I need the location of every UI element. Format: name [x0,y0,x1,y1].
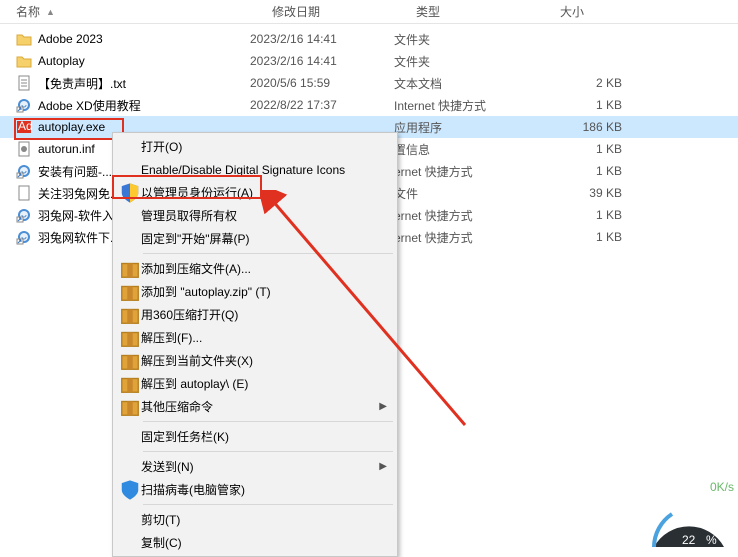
file-size: 1 KB [538,142,638,156]
file-type: ernet 快捷方式 [394,229,538,246]
file-row[interactable]: Autoplay 2023/2/16 14:41文件夹 [0,50,738,72]
file-size: 1 KB [538,230,638,244]
file-row[interactable]: Adobe 2023 2023/2/16 14:41文件夹 [0,28,738,50]
shield-icon [119,185,141,201]
exe-icon: Adobe [16,119,32,135]
file-icon [16,185,32,201]
col-header-name[interactable]: 名称▲ [16,3,272,20]
file-name: 羽兔网软件下... [38,229,120,246]
svg-text:%: % [706,533,717,547]
shield-icon [119,482,141,498]
file-type: 文件夹 [394,53,538,70]
file-name: Autoplay [38,54,85,68]
menu-add-zip[interactable]: 添加到 "autoplay.zip" (T) [115,280,395,303]
shortcut-icon [16,163,32,179]
file-size: 1 KB [538,164,638,178]
file-size: 39 KB [538,186,638,200]
menu-extract-here[interactable]: 解压到当前文件夹(X) [115,349,395,372]
svg-text:22: 22 [682,533,696,547]
menu-separator [143,253,393,254]
file-size: 1 KB [538,208,638,222]
file-row[interactable]: 【免责声明】.txt 2020/5/6 15:59文本文档2 KB [0,72,738,94]
file-name: Adobe 2023 [38,32,103,46]
menu-open[interactable]: 打开(O) [115,135,395,158]
file-date: 2020/5/6 15:59 [250,76,394,90]
file-row[interactable]: Adobe XD使用教程 2022/8/22 17:37Internet 快捷方式… [0,94,738,116]
col-header-date[interactable]: 修改日期 [272,3,416,20]
archive-icon [119,330,141,346]
archive-icon [119,353,141,369]
file-date: 2023/2/16 14:41 [250,54,394,68]
sort-indicator: ▲ [46,7,55,17]
archive-icon [119,261,141,277]
file-type: ernet 快捷方式 [394,207,538,224]
svg-text:Adobe: Adobe [18,119,32,133]
menu-run-as-admin[interactable]: 以管理员身份运行(A) [115,181,395,204]
file-name: Adobe XD使用教程 [38,97,141,114]
archive-icon [119,399,141,415]
file-type: 应用程序 [394,119,538,136]
menu-other-compress[interactable]: 其他压缩命令▶ [115,395,395,418]
file-name: 【免责声明】.txt [38,75,126,92]
config-icon [16,141,32,157]
file-type: 文件夹 [394,31,538,48]
file-size: 186 KB [538,120,638,134]
chevron-right-icon: ▶ [379,461,395,472]
menu-scan-virus[interactable]: 扫描病毒(电脑管家) [115,478,395,501]
menu-cut[interactable]: 剪切(T) [115,508,395,531]
file-name: autorun.inf [38,142,95,156]
archive-icon [119,376,141,392]
archive-icon [119,284,141,300]
menu-extract-autoplay[interactable]: 解压到 autoplay\ (E) [115,372,395,395]
menu-take-ownership[interactable]: 管理员取得所有权 [115,204,395,227]
file-date: 2022/8/22 17:37 [250,98,394,112]
file-date: 2023/2/16 14:41 [250,32,394,46]
chevron-right-icon: ▶ [379,401,395,412]
menu-send-to[interactable]: 发送到(N)▶ [115,455,395,478]
menu-open-360[interactable]: 用360压缩打开(Q) [115,303,395,326]
archive-icon [119,307,141,323]
menu-copy[interactable]: 复制(C) [115,531,395,554]
file-name: autoplay.exe [38,120,105,134]
file-name: 安装有问题-... [38,163,112,180]
menu-enable-disable-sig[interactable]: Enable/Disable Digital Signature Icons [115,158,395,181]
shortcut-icon [16,207,32,223]
context-menu: 打开(O) Enable/Disable Digital Signature I… [112,132,398,557]
col-header-type[interactable]: 类型 [416,3,560,20]
file-name: 关注羽兔网免... [38,185,120,202]
file-type: ernet 快捷方式 [394,163,538,180]
performance-gauge[interactable]: 22 % [644,492,734,552]
menu-pin-start[interactable]: 固定到"开始"屏幕(P) [115,227,395,250]
folder-icon [16,31,32,47]
menu-separator [143,451,393,452]
menu-separator [143,421,393,422]
shortcut-icon [16,97,32,113]
file-type: 文件 [394,185,538,202]
file-type: 置信息 [394,141,538,158]
file-size: 1 KB [538,98,638,112]
file-size: 2 KB [538,76,638,90]
shortcut-icon [16,229,32,245]
txt-icon [16,75,32,91]
menu-extract-to[interactable]: 解压到(F)... [115,326,395,349]
file-type: 文本文档 [394,75,538,92]
menu-add-archive[interactable]: 添加到压缩文件(A)... [115,257,395,280]
file-type: Internet 快捷方式 [394,97,538,114]
col-header-size[interactable]: 大小 [560,3,660,20]
menu-separator [143,504,393,505]
menu-pin-taskbar[interactable]: 固定到任务栏(K) [115,425,395,448]
folder-icon [16,53,32,69]
